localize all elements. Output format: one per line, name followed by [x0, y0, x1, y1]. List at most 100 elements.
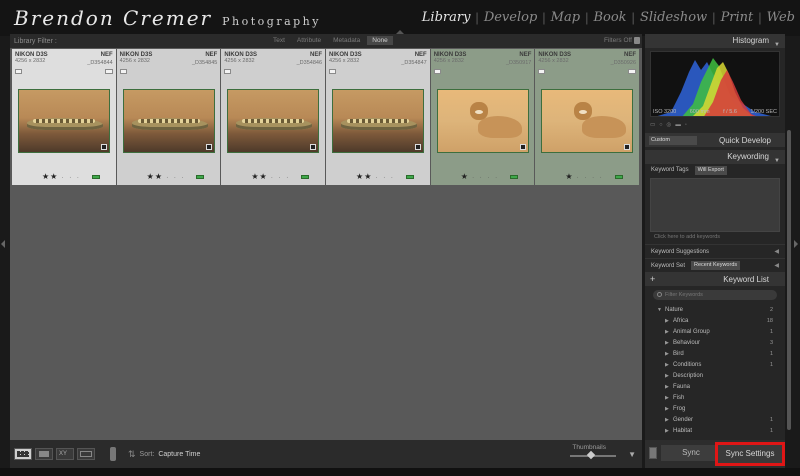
- right-panel-toggle-icon[interactable]: [794, 240, 798, 248]
- photo-thumbnail[interactable]: [541, 89, 634, 153]
- grid-view-button[interactable]: [14, 448, 32, 460]
- collapsed-triangle-icon[interactable]: ▶: [665, 373, 673, 379]
- collapsed-triangle-icon[interactable]: ▶: [665, 362, 673, 368]
- star-rating[interactable]: ★ · · · ·: [461, 172, 499, 181]
- collapsed-triangle-icon[interactable]: ▶: [665, 406, 673, 412]
- filter-status[interactable]: Filters Off: [604, 37, 632, 44]
- star-rating[interactable]: ★★ · · ·: [147, 172, 186, 181]
- sort-dropdown[interactable]: Capture Time: [158, 451, 200, 458]
- thumbnail-cell[interactable]: NIKON D3S NEF 4256 x 2832 _D350917 ★ · ·…: [430, 49, 535, 185]
- graduated-filter-icon[interactable]: ▬: [675, 122, 681, 128]
- keyword-set-dropdown[interactable]: Recent Keywords: [691, 261, 741, 270]
- flag-icon[interactable]: [15, 69, 22, 74]
- keywording-header[interactable]: Keywording ▼: [645, 150, 785, 164]
- keyword-list-item[interactable]: ▶ Description: [645, 370, 785, 381]
- collapse-triangle-icon[interactable]: ▼: [774, 154, 780, 168]
- sync-button[interactable]: Sync: [661, 445, 721, 461]
- slider-knob[interactable]: [586, 450, 596, 460]
- thumbnail-cell[interactable]: NIKON D3S NEF 4256 x 2832 _D350926 ★ · ·…: [535, 49, 640, 185]
- keyword-tags-textarea[interactable]: Click here to add keywords: [650, 178, 780, 240]
- filter-tab-attribute[interactable]: Attribute: [292, 36, 326, 45]
- left-panel-toggle-icon[interactable]: [1, 240, 5, 248]
- keyword-list-item[interactable]: ▶ Gender 1: [645, 414, 785, 425]
- color-label-icon[interactable]: [405, 175, 414, 179]
- photo-thumbnail[interactable]: [122, 89, 215, 153]
- photo-thumbnail[interactable]: [332, 89, 425, 153]
- module-library[interactable]: Library: [417, 10, 476, 25]
- flag-icon[interactable]: [119, 69, 127, 74]
- photo-thumbnail[interactable]: [436, 89, 529, 153]
- color-label-icon[interactable]: [91, 175, 100, 179]
- star-rating[interactable]: ★★ · · ·: [42, 172, 81, 181]
- module-book[interactable]: Book: [588, 10, 631, 25]
- keyword-root-nature[interactable]: ▼ Nature 2: [645, 304, 785, 315]
- auto-sync-toggle[interactable]: [649, 447, 657, 459]
- keyword-list-item[interactable]: ▶ Animal Group 1: [645, 326, 785, 337]
- color-label-icon[interactable]: [615, 175, 624, 179]
- develop-adjustments-icon[interactable]: [519, 144, 526, 150]
- sync-settings-button[interactable]: Sync Settings: [715, 442, 785, 466]
- module-map[interactable]: Map: [546, 10, 585, 25]
- expand-triangle-icon[interactable]: ◀: [774, 262, 779, 269]
- thumbnail-cell[interactable]: NIKON D3S NEF 4256 x 2832 _D354846 ★★ · …: [221, 49, 326, 185]
- survey-view-button[interactable]: [77, 448, 95, 460]
- develop-adjustments-icon[interactable]: [624, 144, 631, 150]
- add-keyword-plus-icon[interactable]: +: [645, 274, 655, 284]
- thumbnail-size-slider[interactable]: [570, 450, 616, 460]
- module-slideshow[interactable]: Slideshow: [635, 10, 712, 25]
- crop-tool-icon[interactable]: ▭: [650, 122, 655, 128]
- star-rating[interactable]: ★★ · · ·: [251, 172, 290, 181]
- filter-tab-none[interactable]: None: [367, 36, 393, 45]
- develop-adjustments-icon[interactable]: [415, 144, 422, 150]
- develop-adjustments-icon[interactable]: [205, 144, 212, 150]
- keyword-tags-dropdown[interactable]: Will Export: [694, 165, 727, 175]
- module-develop[interactable]: Develop: [479, 10, 542, 25]
- redeye-icon[interactable]: ◎: [667, 122, 672, 128]
- lock-icon[interactable]: [634, 37, 640, 44]
- collapsed-triangle-icon[interactable]: ▶: [665, 428, 673, 434]
- star-rating[interactable]: ★ · · · ·: [565, 172, 603, 181]
- filter-tab-metadata[interactable]: Metadata: [328, 36, 365, 45]
- photo-thumbnail[interactable]: [18, 89, 110, 153]
- sort-direction-icon[interactable]: ⇅: [128, 449, 136, 460]
- saved-preset-dropdown[interactable]: Custom: [649, 135, 697, 145]
- collapse-triangle-icon[interactable]: ▼: [774, 38, 780, 52]
- develop-adjustments-icon[interactable]: [310, 144, 317, 150]
- photo-thumbnail[interactable]: [227, 89, 320, 153]
- collapsed-triangle-icon[interactable]: ▶: [665, 340, 673, 346]
- thumbnail-cell[interactable]: NIKON D3S NEF 4256 x 2832 _D354847 ★★ · …: [326, 49, 430, 185]
- collapsed-triangle-icon[interactable]: ▶: [665, 417, 673, 423]
- color-label-icon[interactable]: [196, 175, 205, 179]
- keyword-list-item[interactable]: ▶ Bird 1: [645, 348, 785, 359]
- brush-icon[interactable]: ◦: [685, 122, 687, 128]
- keyword-suggestions-row[interactable]: Keyword Suggestions ◀: [645, 244, 785, 258]
- add-keywords-hint[interactable]: Click here to add keywords: [654, 234, 720, 240]
- quick-develop-header[interactable]: Custom Quick Develop: [645, 133, 785, 147]
- keyword-list-item[interactable]: ▶ Fish: [645, 392, 785, 403]
- keyword-list-item[interactable]: ▶ Frog: [645, 403, 785, 414]
- compare-view-button[interactable]: XY: [56, 448, 74, 460]
- flag-icon[interactable]: [329, 69, 337, 74]
- spot-removal-icon[interactable]: ○: [659, 122, 662, 128]
- flag-icon[interactable]: [224, 69, 232, 74]
- keyword-list-item[interactable]: ▶ Africa 18: [645, 315, 785, 326]
- flag-icon[interactable]: [538, 69, 546, 74]
- toolbar-menu-chevron-icon[interactable]: ▼: [628, 450, 636, 459]
- flag-icon[interactable]: [433, 69, 441, 74]
- keyword-list-item[interactable]: ▶ Behaviour 3: [645, 337, 785, 348]
- module-print[interactable]: Print: [716, 10, 759, 25]
- collapsed-triangle-icon[interactable]: ▶: [665, 395, 673, 401]
- metadata-badge-icon[interactable]: [104, 69, 113, 74]
- loupe-view-button[interactable]: [35, 448, 53, 460]
- expanded-triangle-icon[interactable]: ▼: [657, 307, 665, 313]
- module-web[interactable]: Web: [762, 10, 800, 25]
- thumbnail-cell[interactable]: NIKON D3S NEF 4256 x 2832 _D354844 ★★ · …: [12, 49, 116, 185]
- filter-tab-text[interactable]: Text: [268, 36, 290, 45]
- expand-triangle-icon[interactable]: ◀: [774, 248, 779, 255]
- collapsed-triangle-icon[interactable]: ▶: [665, 351, 673, 357]
- keyword-list-header[interactable]: + Keyword List: [645, 272, 785, 286]
- histogram-header[interactable]: Histogram ▼: [645, 34, 785, 48]
- right-panel-scrollbar[interactable]: [787, 130, 791, 430]
- star-rating[interactable]: ★★ · · ·: [356, 172, 395, 181]
- develop-adjustments-icon[interactable]: [101, 144, 107, 150]
